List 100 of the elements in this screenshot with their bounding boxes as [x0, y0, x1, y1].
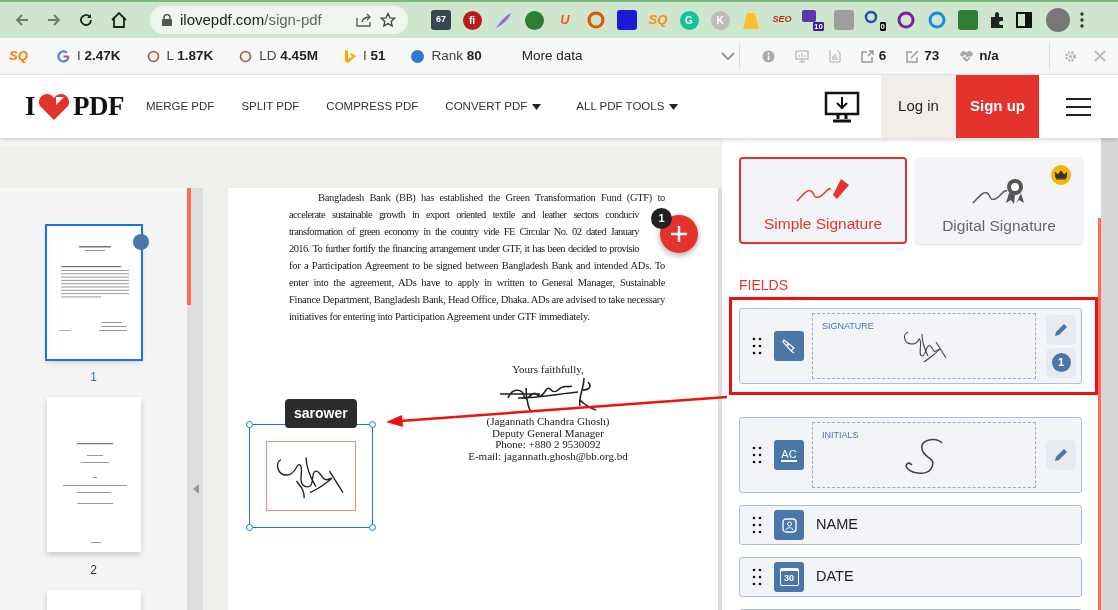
- drag-handle-icon[interactable]: [752, 446, 762, 464]
- extension-icon[interactable]: [802, 9, 816, 22]
- document-line: for a Participation Agreement to be signed between Bangladesh Bank and intended ADs. To: [289, 259, 665, 273]
- avatar[interactable]: [1046, 8, 1070, 32]
- menu-icon[interactable]: [1066, 96, 1091, 117]
- google-icon: [57, 49, 70, 63]
- extension-icon[interactable]: fi: [462, 10, 482, 30]
- back-icon[interactable]: [14, 12, 30, 28]
- field-card[interactable]: SIGNATURE 1: [739, 308, 1082, 384]
- ring-icon[interactable]: [927, 10, 947, 30]
- nav-link[interactable]: COMPRESS PDF: [326, 97, 419, 116]
- login-button[interactable]: Log in: [881, 75, 956, 138]
- page-number: 2: [90, 563, 97, 577]
- signature-type-option[interactable]: Digital Signature: [915, 157, 1083, 244]
- document-line: transformation of green economy in the country vide FE Circular No. 02 dated January: [289, 225, 639, 239]
- info-icon[interactable]: [761, 49, 775, 63]
- pencil-icon: [1054, 448, 1068, 462]
- feather-icon[interactable]: [493, 10, 513, 30]
- name-icon: [774, 510, 804, 540]
- document-line: enter into the agreement, ADs have to apply in written to General Manager, Sustainable: [289, 276, 665, 290]
- metric-text: I 51: [362, 46, 386, 65]
- tooltip: sarower: [285, 399, 357, 428]
- field-label: NAME: [816, 515, 858, 535]
- more-data-dropdown[interactable]: More data: [521, 43, 740, 69]
- ring-icon[interactable]: [586, 10, 606, 30]
- nav-link[interactable]: CONVERT PDF: [445, 97, 542, 116]
- nav-link[interactable]: MERGE PDF: [146, 97, 215, 116]
- lock-icon: [162, 14, 172, 26]
- metric-text: LD 4.45M: [259, 46, 318, 65]
- initials-icon: AC: [774, 440, 804, 470]
- metric-text: I 2.47K: [77, 46, 121, 65]
- address-bar[interactable]: ilovepdf.com/sign-pdf: [150, 6, 408, 34]
- home-icon[interactable]: [110, 11, 128, 29]
- chevron-down-icon: [720, 51, 735, 61]
- ring-icon: [239, 49, 253, 63]
- collapse-icon[interactable]: [193, 484, 199, 494]
- extension-icon[interactable]: 67: [431, 10, 451, 30]
- reload-icon[interactable]: [78, 12, 94, 28]
- desktop-download-icon[interactable]: [824, 90, 860, 123]
- star-icon[interactable]: [380, 12, 396, 28]
- page-thumbnail[interactable]: [46, 397, 141, 552]
- plus-icon: [670, 225, 688, 243]
- drag-handle-icon[interactable]: [752, 337, 762, 355]
- field-label: SIGNATURE: [822, 320, 875, 333]
- share-icon[interactable]: [356, 13, 372, 27]
- extension-icon[interactable]: [524, 10, 544, 30]
- section-title: FIELDS: [739, 276, 789, 295]
- signer-line: E-mail: jagannath.ghosh@bb.org.bd: [468, 450, 628, 462]
- sidebar-icon[interactable]: [1015, 11, 1033, 29]
- field-label: INITIALS: [822, 429, 860, 442]
- signature-icon: [774, 331, 804, 361]
- site-logo[interactable]: I PDF: [25, 86, 124, 127]
- ring-icon: [146, 49, 160, 63]
- page-thumbnail[interactable]: [46, 226, 141, 359]
- signer-line: Phone: +880 2 9530092: [495, 439, 601, 451]
- date-icon: 30: [774, 562, 804, 592]
- field-card[interactable]: NAME: [739, 505, 1082, 545]
- count-button[interactable]: 1: [1046, 347, 1076, 378]
- page-number: 1: [90, 370, 97, 384]
- external-link-icon: [860, 49, 874, 63]
- add-button[interactable]: [660, 215, 698, 253]
- signer-line: (Jagannath Chandra Ghosh): [486, 416, 610, 428]
- edit-button[interactable]: [1046, 440, 1076, 470]
- drag-handle-icon[interactable]: [752, 568, 762, 586]
- caret-icon: [532, 103, 542, 110]
- scrollbar-thumb[interactable]: [1098, 218, 1101, 610]
- stat-value: n/a: [979, 46, 999, 65]
- field-label: DATE: [816, 567, 854, 587]
- nav-link[interactable]: SPLIT PDF: [241, 97, 300, 116]
- document-line: Finance Department, Bangladesh Bank, Head Office, Dhaka. ADs are advised to take necessary: [289, 293, 665, 307]
- scrollbar-thumb[interactable]: [187, 188, 191, 305]
- caret-icon: [669, 103, 679, 110]
- extension-icon[interactable]: SEO: [771, 10, 793, 30]
- field-card[interactable]: 30 DATE: [739, 557, 1082, 597]
- edit-button[interactable]: [1046, 314, 1076, 345]
- alexa-icon: [411, 49, 425, 63]
- document-line: accelerate sustainable growth in export oriented textile and leather sectors conduciv: [289, 208, 639, 222]
- menu-icon[interactable]: [1079, 11, 1085, 29]
- document-line: 2016. To further fortify the financing arrangement under GTF, it has been decided to provisio: [289, 242, 639, 256]
- signup-button[interactable]: Sign up: [956, 75, 1039, 138]
- closing-text: Yours faithfully,: [512, 362, 584, 376]
- nav-link[interactable]: ALL PDF TOOLS: [576, 97, 679, 116]
- count-badge: 1: [651, 208, 672, 229]
- metric-text: Rank 80: [431, 46, 482, 65]
- metric-text: L 1.87K: [166, 46, 214, 65]
- puzzle-icon[interactable]: [988, 11, 1006, 29]
- heartbeat-icon: [959, 49, 975, 63]
- document-line: Bangladesh Bank (BB) has established the Green Transformation Fund (GTF) to: [317, 191, 665, 205]
- ring-icon[interactable]: [864, 9, 878, 24]
- document-line: initiatives for entering into Participation Agreement under GTF immediately.: [289, 310, 591, 324]
- signature-type-option[interactable]: Simple Signature: [739, 157, 907, 244]
- ring-icon[interactable]: [896, 10, 916, 30]
- stat-value: 6: [878, 46, 887, 65]
- signer-line: Deputy General Manager: [492, 427, 604, 439]
- url-text: ilovepdf.com/sign-pdf: [180, 9, 322, 30]
- bing-icon: [343, 49, 356, 63]
- field-card[interactable]: AC INITIALS: [739, 417, 1082, 493]
- drag-handle-icon[interactable]: [752, 516, 762, 534]
- edit-icon: [906, 49, 920, 63]
- forward-icon[interactable]: [46, 12, 62, 28]
